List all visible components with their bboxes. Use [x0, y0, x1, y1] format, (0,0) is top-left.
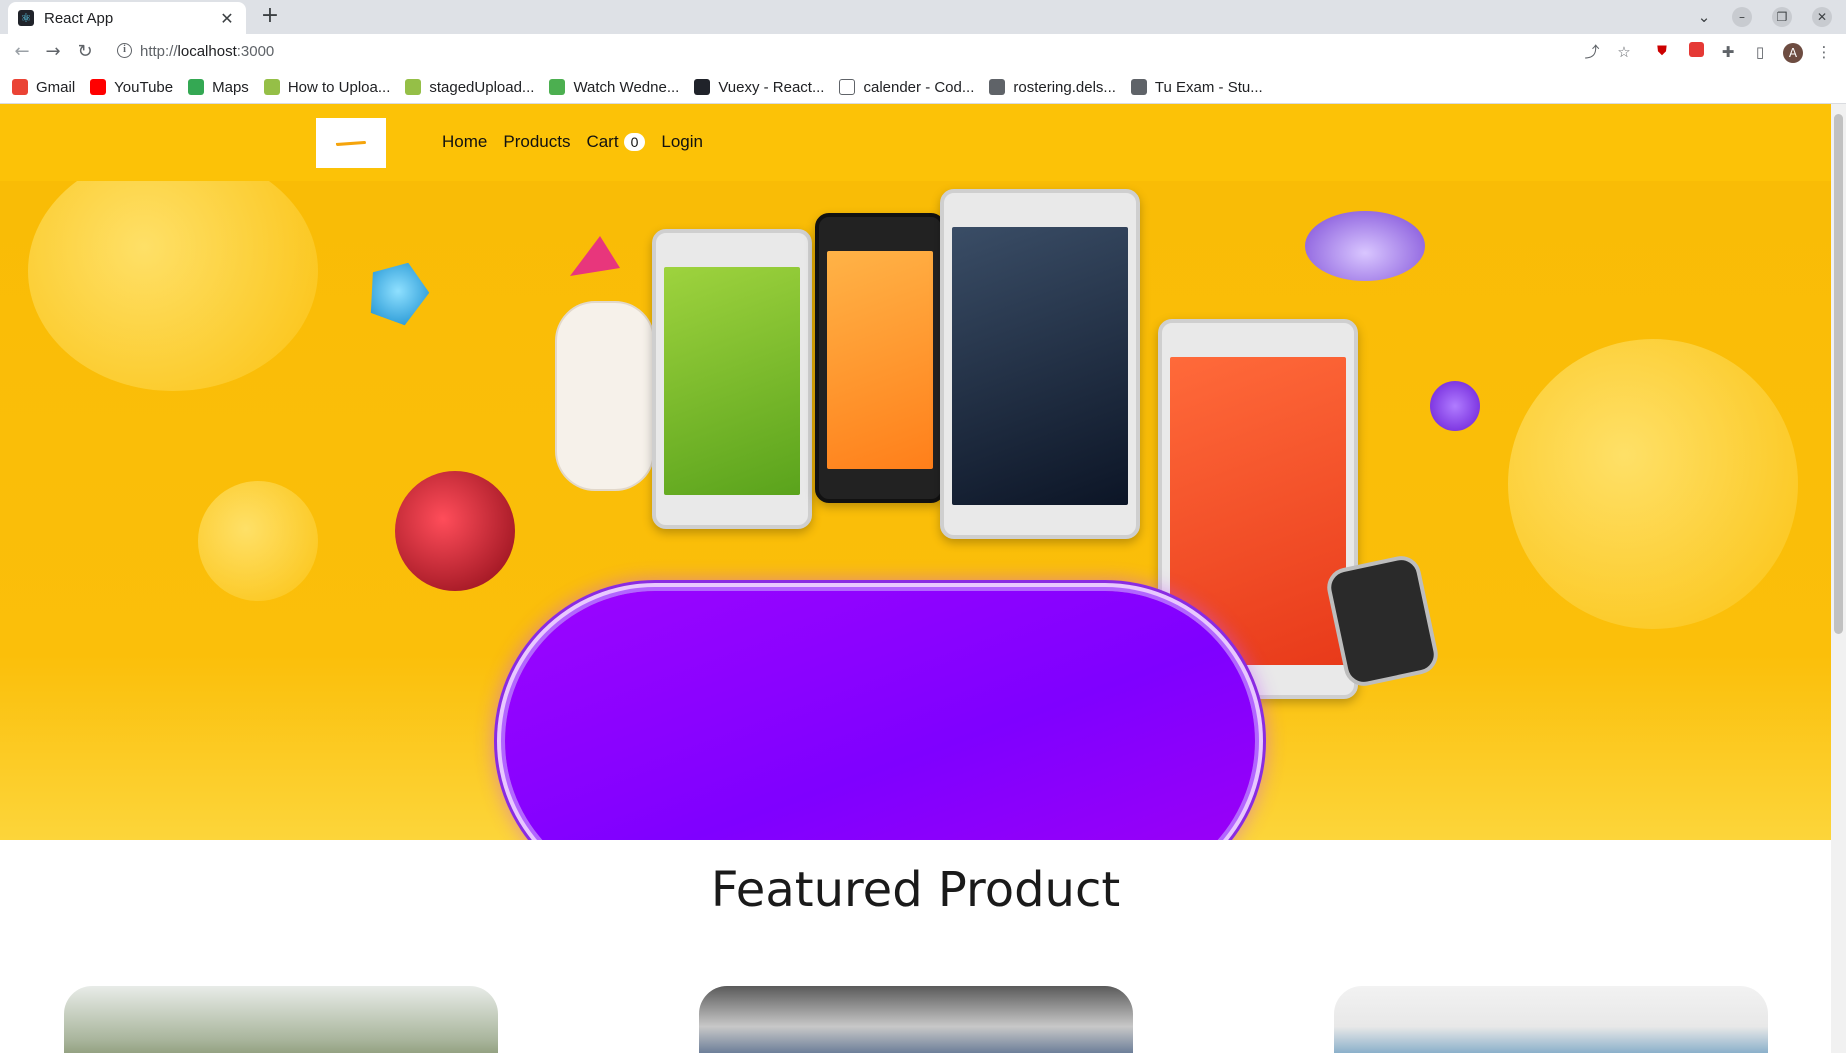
- product-card-image[interactable]: [64, 986, 498, 1053]
- bookmark-item[interactable]: rostering.dels...: [989, 79, 1116, 96]
- tab-title: React App: [44, 9, 114, 27]
- bookmark-label: Tu Exam - Stu...: [1154, 78, 1263, 96]
- tab-search-chevron-icon[interactable]: ⌄: [1693, 7, 1715, 27]
- globe-icon: [1130, 79, 1147, 95]
- bookmark-item[interactable]: calender - Cod...: [839, 79, 974, 96]
- nav-login-link[interactable]: Login: [661, 132, 703, 152]
- site-header: Home Products Cart 0 Login: [0, 104, 1831, 181]
- react-favicon-icon: ⚛: [18, 10, 34, 26]
- ublock-extension-icon[interactable]: ⛊: [1652, 42, 1672, 62]
- phone-image: [815, 213, 945, 503]
- profile-avatar[interactable]: A: [1783, 42, 1803, 63]
- purple-ball-icon: [1430, 381, 1480, 431]
- bookmark-item[interactable]: Tu Exam - Stu...: [1130, 78, 1263, 96]
- bookmark-label: Vuexy - React...: [718, 78, 825, 96]
- featured-product-heading: Featured Product: [710, 862, 1121, 918]
- bookmark-label: Maps: [212, 78, 249, 96]
- nav-cart-link[interactable]: Cart 0: [586, 132, 646, 152]
- browser-tab-strip: ⚛ React App ✕ + ⌄ – ❐ ✕: [0, 0, 1846, 34]
- purple-banner-pill: [505, 591, 1255, 840]
- bookmarks-bar: Gmail YouTube Maps How to Uploa... stagedUpl…: [0, 71, 1846, 104]
- bookmark-item[interactable]: YouTube: [90, 79, 173, 96]
- new-tab-icon[interactable]: +: [258, 4, 282, 28]
- page-scrollbar[interactable]: [1831, 104, 1846, 1053]
- phone-image: [940, 189, 1140, 539]
- nav-home-link[interactable]: Home: [442, 132, 487, 152]
- shopify-icon: [405, 79, 422, 95]
- site-logo[interactable]: [316, 118, 386, 168]
- scrollbar-thumb[interactable]: [1834, 114, 1843, 634]
- url-host: localhost: [177, 43, 237, 60]
- youtube-icon: [90, 79, 107, 95]
- forward-icon[interactable]: →: [41, 40, 65, 64]
- bookmark-label: stagedUpload...: [429, 78, 535, 96]
- bookmark-item[interactable]: Watch Wedne...: [549, 79, 679, 96]
- party-hat-icon: [570, 236, 620, 276]
- bookmark-label: YouTube: [114, 78, 174, 96]
- maps-icon: [188, 79, 205, 95]
- site-info-icon[interactable]: i: [117, 43, 132, 58]
- bookmark-item[interactable]: How to Uploa...: [263, 78, 391, 96]
- minimize-window-icon[interactable]: –: [1732, 7, 1752, 27]
- back-icon[interactable]: ←: [10, 40, 34, 64]
- product-card-image[interactable]: [699, 986, 1133, 1053]
- page-icon: [839, 79, 856, 95]
- react-icon: [694, 79, 711, 95]
- floral-case-icon: [555, 301, 655, 491]
- tab-close-icon[interactable]: ✕: [218, 9, 236, 28]
- reload-icon[interactable]: ↻: [73, 40, 97, 64]
- browser-toolbar: ← → ↻ i http://localhost:3000 ⤴ ☆ ⛊ ✚ ▯ …: [0, 34, 1846, 71]
- restore-window-icon[interactable]: ❐: [1772, 7, 1792, 27]
- red-headphones-icon: [395, 471, 515, 591]
- bookmark-item[interactable]: Vuexy - React...: [694, 79, 824, 96]
- bookmark-item[interactable]: Gmail: [12, 79, 75, 96]
- bookmark-label: Gmail: [36, 78, 76, 96]
- close-window-icon[interactable]: ✕: [1812, 7, 1832, 27]
- decorative-bubble: [28, 181, 318, 391]
- bookmark-item[interactable]: stagedUpload...: [405, 79, 534, 96]
- bookmark-label: How to Uploa...: [287, 78, 391, 96]
- play-icon: [549, 79, 566, 95]
- bookmark-label: Watch Wedne...: [573, 78, 680, 96]
- share-icon[interactable]: ⤴: [1582, 42, 1602, 62]
- url-port: :3000: [236, 43, 275, 60]
- swoosh-logo-icon: [335, 140, 367, 146]
- main-nav: Home Products Cart 0 Login: [442, 132, 719, 152]
- ufo-icon: [1305, 211, 1425, 281]
- url-scheme: http://: [140, 43, 178, 60]
- browser-menu-icon[interactable]: ⋮: [1814, 42, 1834, 62]
- browser-tab[interactable]: ⚛ React App ✕: [8, 2, 246, 34]
- shopify-icon: [263, 79, 280, 95]
- cart-label: Cart: [586, 132, 619, 151]
- decorative-bubble: [198, 481, 318, 601]
- page-viewport: Home Products Cart 0 Login Featured Prod…: [0, 104, 1831, 1053]
- cart-count-badge: 0: [623, 133, 646, 151]
- bookmark-star-icon[interactable]: ☆: [1614, 42, 1634, 62]
- globe-icon: [989, 79, 1006, 95]
- phone-image: [652, 229, 812, 529]
- decorative-bubble: [1508, 339, 1798, 629]
- address-bar[interactable]: http://localhost:3000: [140, 43, 274, 60]
- red-extension-icon[interactable]: [1686, 42, 1706, 62]
- blue-gem-icon: [360, 253, 437, 330]
- product-card-image[interactable]: [1334, 986, 1768, 1053]
- side-panel-icon[interactable]: ▯: [1750, 42, 1770, 62]
- bookmark-item[interactable]: Maps: [188, 79, 249, 96]
- extensions-puzzle-icon[interactable]: ✚: [1718, 42, 1738, 62]
- bookmark-label: rostering.dels...: [1013, 78, 1116, 96]
- gmail-icon: [12, 79, 28, 95]
- hero-banner-image: [0, 181, 1831, 840]
- bookmark-label: calender - Cod...: [863, 78, 975, 96]
- nav-products-link[interactable]: Products: [503, 132, 570, 152]
